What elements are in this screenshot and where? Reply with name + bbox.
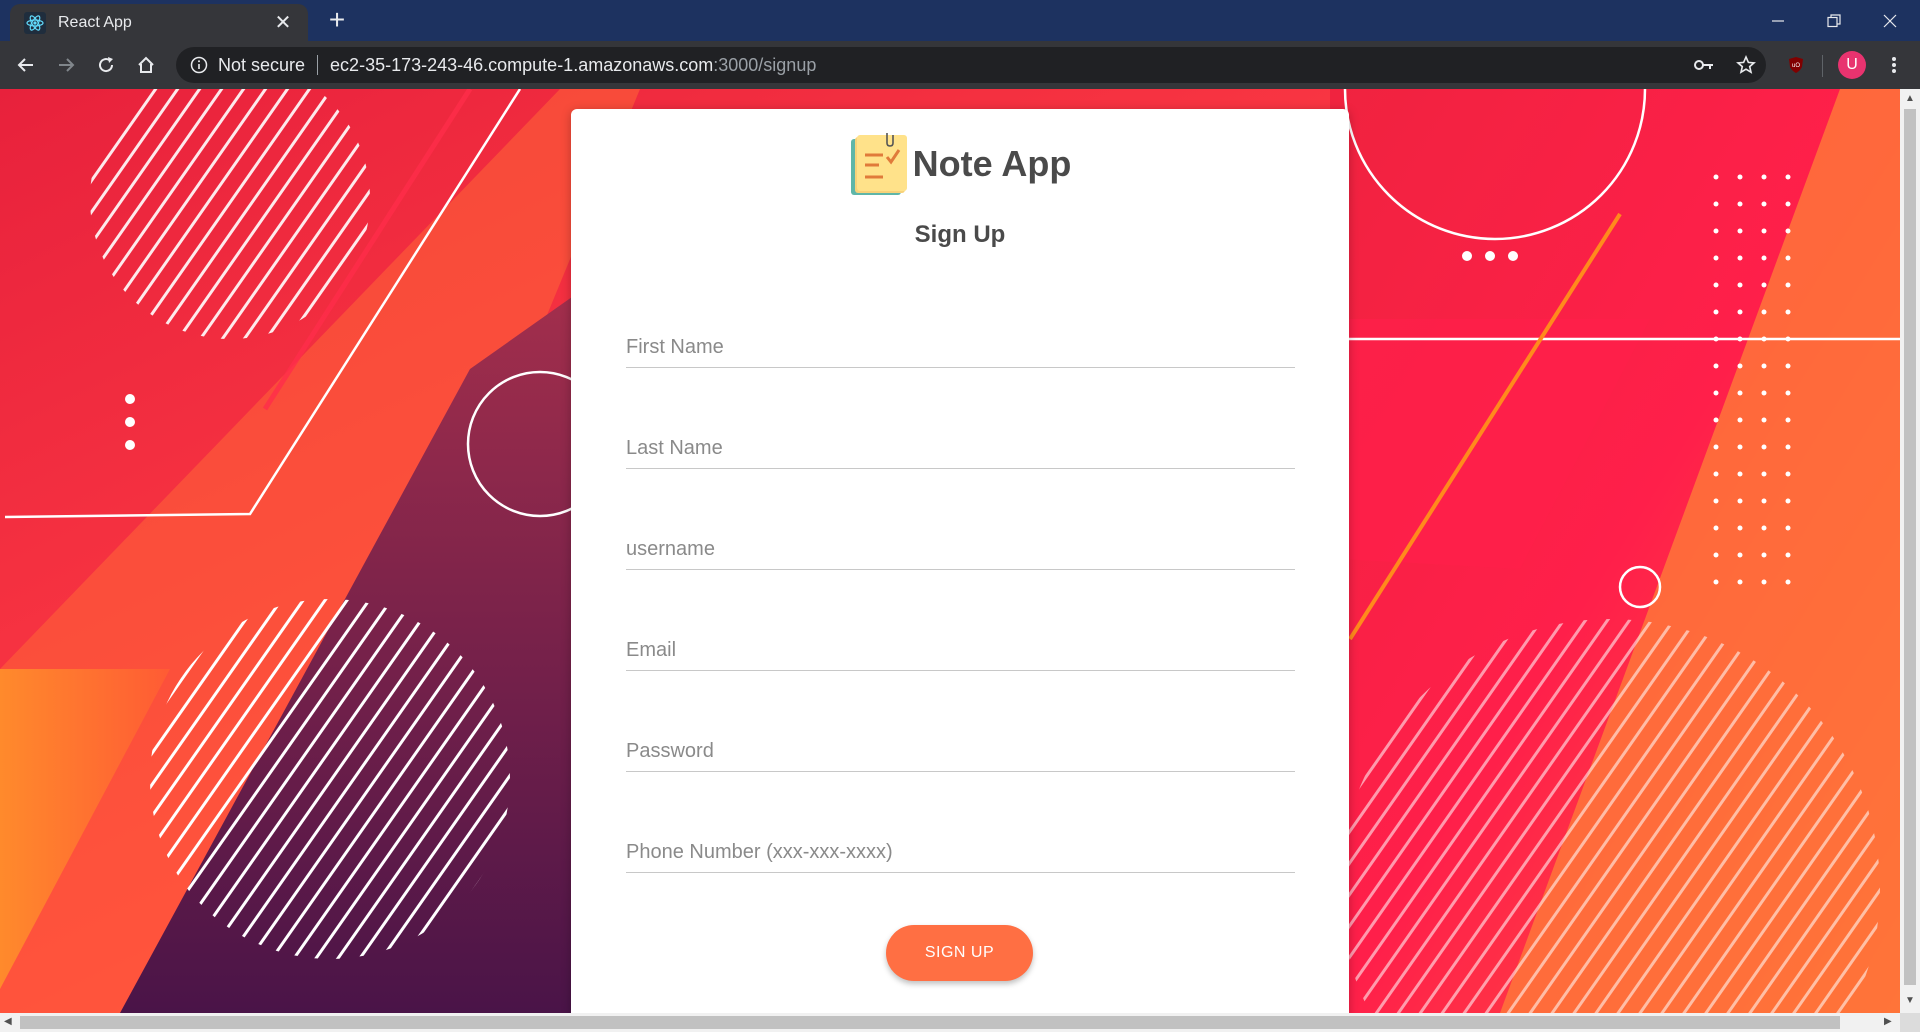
home-icon (138, 56, 154, 73)
username-field[interactable] (626, 522, 1295, 570)
vertical-scroll-thumb[interactable] (1904, 109, 1916, 985)
bookmark-button[interactable] (1730, 49, 1762, 81)
react-logo-icon (24, 11, 46, 34)
arrow-right-icon (59, 58, 75, 72)
url-separator (317, 55, 319, 75)
arrow-left-icon (17, 58, 33, 72)
more-vert-icon (1892, 57, 1896, 73)
horizontal-scrollbar[interactable]: ◀ ▶ (0, 1013, 1900, 1032)
vertical-scrollbar[interactable]: ▲ ▼ (1900, 89, 1920, 1013)
browser-tab[interactable]: React App ✕ (10, 4, 308, 41)
signup-card: Note App Sign Up SIGN UP (571, 109, 1349, 1013)
minimize-icon (1772, 19, 1784, 22)
reload-icon (99, 57, 114, 73)
sticky-note-icon (850, 133, 907, 195)
scroll-left-icon[interactable]: ◀ (4, 1016, 12, 1027)
key-icon (1694, 60, 1713, 70)
svg-text:uO: uO (1792, 63, 1800, 69)
ublock-icon: uO (1789, 57, 1803, 73)
profile-avatar[interactable]: U (1838, 51, 1866, 79)
star-icon (1736, 55, 1756, 74)
page-viewport: Note App Sign Up SIGN UP (0, 89, 1900, 1013)
password-field[interactable] (626, 724, 1295, 772)
new-tab-button[interactable]: + (322, 6, 352, 36)
app-title: Note App (912, 143, 1072, 184)
ublock-extension-button[interactable]: uO (1780, 49, 1812, 81)
url-path: :3000/signup (713, 54, 817, 75)
password-key-button[interactable] (1688, 49, 1720, 81)
brand-header: Note App (571, 131, 1349, 197)
url-host: ec2-35-173-243-46.compute-1.amazonaws.co… (330, 54, 714, 75)
tab-title: React App (58, 13, 132, 31)
restore-icon (1827, 13, 1841, 27)
scroll-down-icon[interactable]: ▼ (1905, 995, 1915, 1006)
signup-button[interactable]: SIGN UP (886, 925, 1033, 981)
home-button[interactable] (130, 49, 162, 81)
info-icon[interactable] (190, 56, 208, 74)
browser-titlebar: React App ✕ + (0, 0, 1920, 41)
address-bar[interactable]: Not secure ec2-35-173-243-46.compute-1.a… (176, 47, 1766, 83)
scroll-right-icon[interactable]: ▶ (1884, 1016, 1892, 1027)
scroll-up-icon[interactable]: ▲ (1905, 93, 1915, 104)
email-field[interactable] (626, 623, 1295, 671)
minimize-button[interactable] (1750, 0, 1806, 41)
page-subtitle: Sign Up (914, 221, 1006, 248)
scrollbar-corner (1900, 1013, 1920, 1032)
restore-button[interactable] (1806, 0, 1862, 41)
close-icon (1883, 14, 1897, 27)
first-name-field[interactable] (626, 320, 1295, 368)
security-status[interactable]: Not secure (218, 55, 305, 76)
phone-number-field[interactable] (626, 825, 1295, 873)
reload-button[interactable] (90, 49, 122, 81)
back-button[interactable] (10, 49, 42, 81)
browser-toolbar: Not secure ec2-35-173-243-46.compute-1.a… (0, 41, 1920, 89)
last-name-field[interactable] (626, 421, 1295, 469)
browser-menu-button[interactable] (1878, 49, 1910, 81)
toolbar-separator (1822, 55, 1823, 77)
tab-close-icon[interactable]: ✕ (272, 12, 294, 34)
forward-button[interactable] (50, 49, 82, 81)
close-window-button[interactable] (1862, 0, 1918, 41)
horizontal-scroll-thumb[interactable] (20, 1016, 1840, 1029)
